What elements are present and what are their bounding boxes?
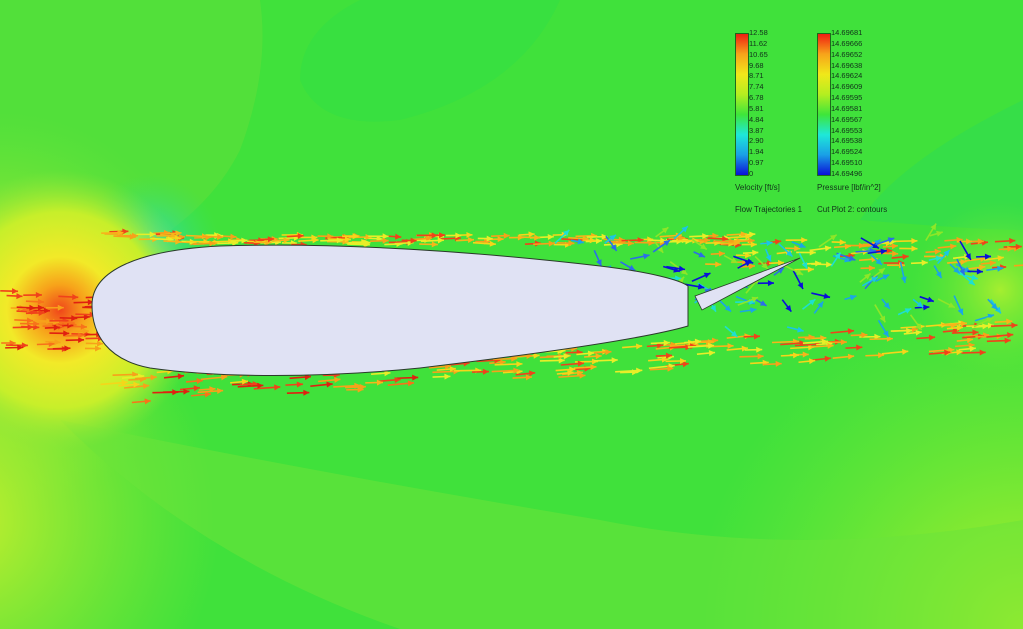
pressure-tick-label: 14.69666 (831, 38, 863, 48)
pressure-tick-label: 14.69681 (831, 28, 863, 37)
velocity-tick-label: 10.65 (749, 49, 768, 59)
pressure-tick-label: 14.69609 (831, 82, 863, 92)
pressure-tick-label: 14.69581 (831, 103, 863, 113)
velocity-tick-label: 1.94 (749, 147, 764, 157)
velocity-tick-label: 2.90 (749, 136, 764, 146)
pressure-tick-labels: 14.69681 14.69666 14.69652 14.69638 14.69624… (831, 28, 901, 178)
cfd-viewport[interactable]: 12.58 11.62 10.65 9.68 8.71 7.74 6.78 5.81 4.84 3… (0, 0, 1023, 629)
velocity-colorbar (735, 33, 749, 176)
pressure-tick-label: 14.69538 (831, 136, 863, 146)
pressure-tick-label: 14.69624 (831, 71, 863, 81)
pressure-tick-label: 14.69652 (831, 49, 863, 59)
velocity-legend-subtitle: Flow Trajectories 1 (735, 205, 803, 214)
pressure-tick-label: 14.69510 (831, 158, 863, 168)
velocity-tick-label: 7.74 (749, 82, 764, 92)
velocity-tick-labels: 12.58 11.62 10.65 9.68 8.71 7.74 6.78 5.81 4.84 3… (749, 28, 819, 178)
velocity-tick-label: 3.87 (749, 125, 764, 135)
pressure-tick-label: 14.69595 (831, 93, 863, 103)
pressure-tick-label: 14.69638 (831, 60, 863, 70)
velocity-tick-label: 4.84 (749, 114, 764, 124)
velocity-tick-label: 9.68 (749, 60, 764, 70)
pressure-tick-label: 14.69567 (831, 114, 863, 124)
pressure-tick-label: 14.69553 (831, 125, 863, 135)
velocity-tick-label: 11.62 (749, 38, 768, 48)
velocity-tick-label: 0 (749, 169, 754, 178)
pressure-legend-title: Pressure [lbf/in^2] (817, 183, 881, 192)
velocity-legend-title: Velocity [ft/s] (735, 183, 780, 192)
velocity-tick-label: 12.58 (749, 28, 768, 37)
pressure-colorbar (817, 33, 831, 176)
velocity-tick-label: 6.78 (749, 93, 764, 103)
pressure-tick-label: 14.69496 (831, 169, 863, 178)
velocity-tick-label: 5.81 (749, 103, 764, 113)
velocity-tick-label: 8.71 (749, 71, 764, 81)
pressure-legend-subtitle: Cut Plot 2: contours (817, 205, 888, 214)
pressure-tick-label: 14.69524 (831, 147, 863, 157)
velocity-tick-label: 0.97 (749, 158, 764, 168)
